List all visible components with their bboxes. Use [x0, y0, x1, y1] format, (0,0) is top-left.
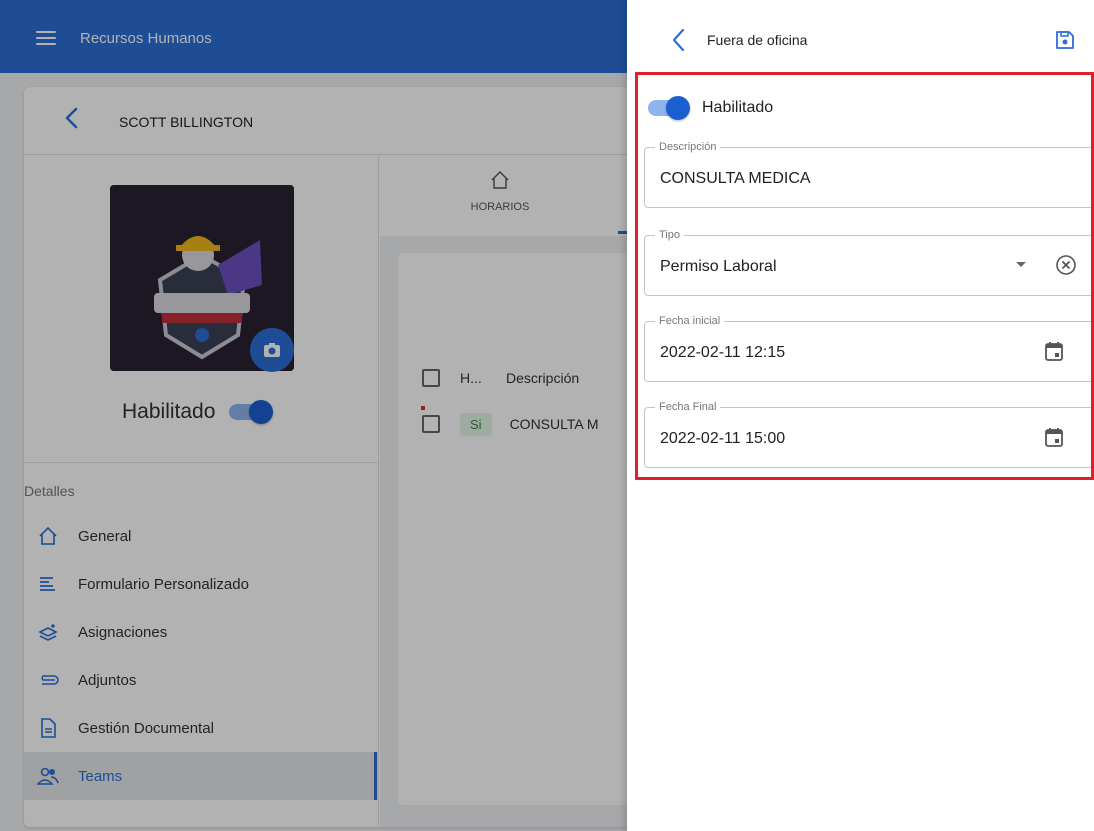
enabled-toggle[interactable] — [648, 96, 690, 120]
enabled-row: Habilitado — [648, 96, 774, 120]
end-date-field[interactable]: Fecha Final 2022-02-11 15:00 — [644, 401, 1094, 468]
field-label: Fecha inicial — [655, 315, 725, 327]
calendar-icon[interactable] — [1043, 426, 1065, 448]
description-field[interactable]: Descripción CONSULTA MEDICA — [644, 141, 1094, 208]
start-date-field[interactable]: Fecha inicial 2022-02-11 12:15 — [644, 315, 1094, 382]
dropdown-arrow-icon[interactable] — [1010, 254, 1032, 276]
calendar-icon[interactable] — [1043, 340, 1065, 362]
field-value[interactable]: Permiso Laboral — [660, 258, 777, 276]
field-label: Tipo — [655, 229, 684, 241]
field-label: Descripción — [655, 141, 721, 153]
drawer-title: Fuera de oficina — [707, 32, 808, 48]
field-value[interactable]: 2022-02-11 15:00 — [660, 430, 785, 448]
type-select[interactable]: Tipo Permiso Laboral — [644, 229, 1094, 296]
field-label: Fecha Final — [655, 401, 721, 413]
chevron-left-icon[interactable] — [671, 28, 685, 52]
enabled-label: Habilitado — [702, 99, 774, 116]
save-icon[interactable] — [1055, 30, 1075, 50]
clear-icon[interactable] — [1055, 254, 1077, 276]
field-value[interactable]: CONSULTA MEDICA — [660, 170, 811, 188]
field-value[interactable]: 2022-02-11 12:15 — [660, 344, 785, 362]
